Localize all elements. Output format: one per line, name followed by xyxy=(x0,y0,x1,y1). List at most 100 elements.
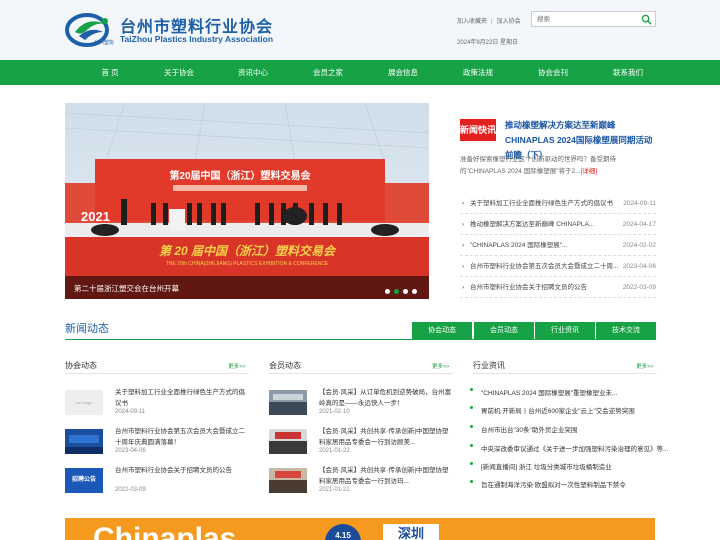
assoc-item-date: 2024-09-11 xyxy=(115,409,146,415)
list-item[interactable]: › 台州市塑料行业协会关于招聘文员的公告 2022-03-09 xyxy=(460,277,656,298)
nav-contact[interactable]: 联系我们 xyxy=(603,60,653,85)
nav-policies[interactable]: 政策法规 xyxy=(453,60,503,85)
member-item-date: 2021-01-22 xyxy=(319,448,350,454)
search-input[interactable] xyxy=(532,12,638,26)
banner-year: 2021 xyxy=(81,209,110,224)
member-news-heading: 会员动态 xyxy=(269,361,301,370)
list-item-title[interactable]: "CHINAPLAS 2024 国际橡塑展"... xyxy=(470,235,567,256)
search-icon[interactable] xyxy=(641,14,652,25)
assoc-thumb-recruit[interactable]: 招聘公告 xyxy=(65,468,103,493)
bullet-dot xyxy=(470,444,473,447)
headline-more-link[interactable]: [详细] xyxy=(581,168,598,175)
bullet-dot xyxy=(470,425,473,428)
member-item-title[interactable]: 【会员·风采】从订单危机到逆势破局，台州富岭真的是——永远快人一步！ xyxy=(319,387,453,409)
section-title: 新闻动态 xyxy=(65,323,109,335)
member-thumb-2[interactable] xyxy=(269,429,307,454)
member-thumb-3[interactable] xyxy=(269,468,307,493)
thumb-recruit-text: 招聘公告 xyxy=(71,477,96,483)
member-more-link[interactable]: 更多>> xyxy=(432,362,449,370)
tab-assoc-news[interactable]: 协会动态 xyxy=(412,322,472,340)
banner-caption[interactable]: 第二十届浙江塑交会在台州开幕 xyxy=(74,283,179,294)
stage-title: 第20届中国（浙江）塑料交易会 xyxy=(169,169,310,182)
industry-item[interactable]: "CHINAPLAS 2024 国际橡塑展"重塑橡塑业未... xyxy=(470,387,617,397)
list-item-title[interactable]: 台州市塑料行业协会关于招聘文员的公告 xyxy=(470,277,587,298)
list-item[interactable]: › 台州市塑料行业协会第五次会员大会暨成立二十周... 2023-04-06 xyxy=(460,256,656,277)
tab-member-news[interactable]: 会员动态 xyxy=(474,322,534,340)
nav-exhibitions[interactable]: 展会信息 xyxy=(378,60,428,85)
bullet-icon: › xyxy=(462,221,465,228)
list-item[interactable]: › 推动橡塑解决方案达至新巅峰 CHINAPLA... 2024-04-17 xyxy=(460,214,656,235)
list-item-date: 2024-04-17 xyxy=(622,221,656,228)
member-thumb-1[interactable] xyxy=(269,390,307,415)
industry-item-title[interactable]: [新闻直播间] 浙江 垃圾分类城市垃圾桶制造业 xyxy=(481,464,612,471)
assoc-news-heading: 协会动态 xyxy=(65,361,97,370)
assoc-item-title[interactable]: 关于塑料加工行业全面推行绿色生产方式的倡议书 xyxy=(115,387,249,409)
column-divider xyxy=(269,373,453,374)
assoc-item-date: 2022-03-09 xyxy=(115,487,146,493)
industry-item-title[interactable]: 中央深改委审议通过《关于进一步加强塑料污染治理的意见》等... xyxy=(481,446,668,453)
list-item-title[interactable]: 台州市塑料行业协会第五次会员大会暨成立二十周... xyxy=(470,256,618,277)
slide-dot-1[interactable] xyxy=(385,289,390,294)
bullet-dot xyxy=(470,462,473,465)
chinaplas-ad-banner[interactable]: Chinaplas 4.15 深圳 xyxy=(65,518,655,540)
assoc-item-title[interactable]: 台州市塑料行业协会第五次会员大会暨成立二十周年庆典圆满落幕！ xyxy=(115,426,249,448)
column-divider xyxy=(65,373,249,374)
member-item-date: 2021-02-10 xyxy=(319,409,350,415)
slide-dot-3[interactable] xyxy=(403,289,408,294)
ad-brand-text: Chinaplas xyxy=(93,522,236,540)
member-item-title[interactable]: 【会员·风采】共创共享·传承创新|中国塑协塑料家居用品专委会一行到访顾美... xyxy=(319,426,453,448)
no-image-thumb[interactable]: no image xyxy=(65,390,103,415)
nav-members[interactable]: 会员之家 xyxy=(303,60,353,85)
join-link[interactable]: 加入协会 xyxy=(497,16,521,25)
assoc-thumb-ceremony[interactable] xyxy=(65,429,103,454)
slide-dot-2-active[interactable] xyxy=(394,289,399,294)
site-title-en: TaiZhou Plastics Industry Association xyxy=(120,34,274,44)
list-item[interactable]: › 关于塑料加工行业全面推行绿色生产方式的倡议书 2024-09-11 xyxy=(460,193,656,214)
industry-item-title[interactable]: "CHINAPLAS 2024 国际橡塑展"重塑橡塑业未... xyxy=(481,390,617,397)
industry-item[interactable]: [新闻直播间] 浙江 垃圾分类城市垃圾桶制造业 xyxy=(470,461,612,471)
nav-about[interactable]: 关于协会 xyxy=(154,60,204,85)
nav-journal[interactable]: 协会会刊 xyxy=(528,60,578,85)
list-item-title[interactable]: 关于塑料加工行业全面推行绿色生产方式的倡议书 xyxy=(470,193,613,214)
industry-item[interactable]: 胃前机 开新局丨台州近600家企业"云上"交会逆势突围 xyxy=(470,405,635,415)
bullet-icon: › xyxy=(462,284,465,291)
industry-item-title[interactable]: 台州市出台"30条"助外贸企业突围 xyxy=(481,427,577,434)
industry-item-title[interactable]: 胃前机 开新局丨台州近600家企业"云上"交会逆势突围 xyxy=(481,408,635,415)
bullet-dot xyxy=(470,480,473,483)
industry-news-heading: 行业资讯 xyxy=(473,361,505,370)
ad-artwork: Chinaplas 4.15 深圳 xyxy=(65,518,655,540)
tab-industry-news[interactable]: 行业资讯 xyxy=(535,322,595,340)
headline-news-list: › 关于塑料加工行业全面推行绿色生产方式的倡议书 2024-09-11 › 推动橡塑解… xyxy=(460,193,656,298)
assoc-item-title[interactable]: 台州市塑料行业协会关于招聘文员的公告 xyxy=(115,465,249,476)
headline-summary: 准备好探索橡塑行业这个创新驱动的世界吗？备受期待的"CHINAPLAS 2024… xyxy=(460,154,656,178)
assoc-item-date: 2023-04-06 xyxy=(115,448,146,454)
nav-home[interactable]: 首 页 xyxy=(85,60,135,85)
bookmark-link[interactable]: 加入收藏夹 xyxy=(457,16,487,25)
column-divider xyxy=(473,373,657,374)
banner-slideshow[interactable]: 第20届中国（浙江）塑料交易会 2021 第 20 届中国（浙江）塑料交易会 T… xyxy=(65,103,429,299)
bullet-dot xyxy=(470,406,473,409)
news-flash-badge: 新闻快讯 xyxy=(460,119,496,141)
list-item-date: 2023-04-06 xyxy=(622,263,656,270)
nav-news-center[interactable]: 资讯中心 xyxy=(228,60,278,85)
floor-subtitle: THE 20th CHINA(ZHEJIANG) PLASTICS EXHIBI… xyxy=(166,261,329,267)
member-item-date: 2021-01-22 xyxy=(319,487,350,493)
list-item-date: 2022-03-09 xyxy=(622,284,656,291)
bullet-icon: › xyxy=(462,200,465,207)
site-header: 台州塑协 台州市塑料行业协会 TaiZhou Plastics Industry… xyxy=(0,0,720,60)
industry-more-link[interactable]: 更多>> xyxy=(636,362,653,370)
ad-date-text: 4.15 xyxy=(335,531,351,540)
list-item[interactable]: › "CHINAPLAS 2024 国际橡塑展"... 2024-02-02 xyxy=(460,235,656,256)
tab-tech-exchange[interactable]: 技术交流 xyxy=(596,322,656,340)
slide-dot-4[interactable] xyxy=(412,289,417,294)
industry-item[interactable]: 台州市出台"30条"助外贸企业突围 xyxy=(470,424,577,434)
member-item-title[interactable]: 【会员·风采】共创共享·传承创新|中国塑协塑料家居用品专委会一行到访玛... xyxy=(319,465,453,487)
thumb-placeholder-text: no image xyxy=(75,400,93,405)
industry-item-title[interactable]: 旨在通制海洋污染 欧盟拟对一次性塑料制品下禁令 xyxy=(481,482,626,489)
bullet-icon: › xyxy=(462,242,465,249)
industry-item[interactable]: 中央深改委审议通过《关于进一步加强塑料污染治理的意见》等... xyxy=(470,443,668,453)
list-item-date: 2024-02-02 xyxy=(622,242,656,249)
assoc-more-link[interactable]: 更多>> xyxy=(228,362,245,370)
list-item-title[interactable]: 推动橡塑解决方案达至新巅峰 CHINAPLA... xyxy=(470,214,594,235)
industry-item[interactable]: 旨在通制海洋污染 欧盟拟对一次性塑料制品下禁令 xyxy=(470,479,626,489)
